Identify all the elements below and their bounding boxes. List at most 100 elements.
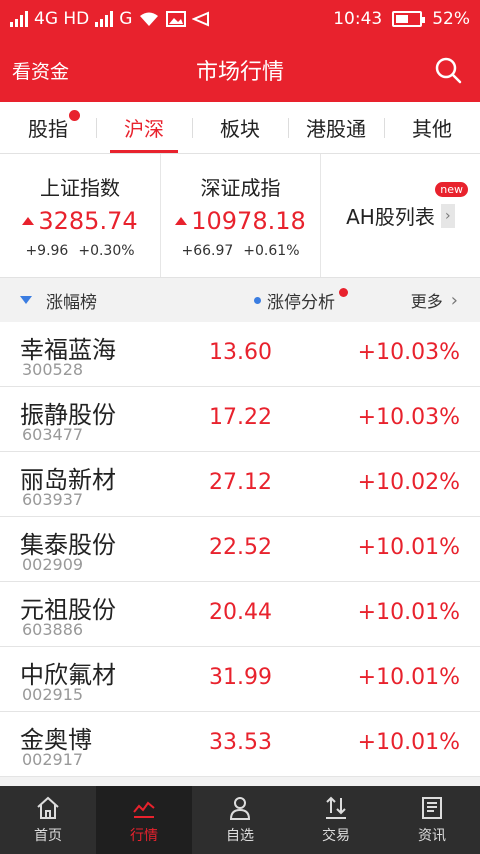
nav-trade[interactable]: 交易 bbox=[288, 786, 384, 854]
tab-label: 股指 bbox=[28, 117, 68, 141]
stock-price: 22.52 bbox=[209, 535, 272, 560]
battery-percent: 52% bbox=[432, 9, 470, 29]
more-label: 更多 bbox=[410, 292, 443, 311]
ah-stock-list-card[interactable]: new AH股列表 › bbox=[320, 154, 480, 277]
stock-row[interactable]: 中欣氟材 002915 31.99 +10.01% bbox=[0, 647, 480, 712]
network-label: 4G HD bbox=[34, 9, 90, 29]
stock-code: 603886 bbox=[22, 620, 84, 639]
tab-label: 其他 bbox=[412, 117, 452, 141]
stock-row[interactable]: 元祖股份 603886 20.44 +10.01% bbox=[0, 582, 480, 647]
stock-row[interactable]: 集泰股份 002909 22.52 +10.01% bbox=[0, 517, 480, 582]
stock-code: 002915 bbox=[22, 685, 84, 704]
gainers-toggle[interactable]: 涨幅榜 bbox=[0, 288, 97, 313]
up-arrow-icon bbox=[22, 217, 35, 225]
stock-code: 603937 bbox=[22, 490, 84, 509]
index-card-shenzhen[interactable]: 深证成指 10978.18 +66.97 +0.61% bbox=[160, 154, 320, 277]
stock-row[interactable]: 振静股份 603477 17.22 +10.03% bbox=[0, 387, 480, 452]
stock-price: 13.60 bbox=[209, 340, 272, 365]
nav-news[interactable]: 资讯 bbox=[384, 786, 480, 854]
stock-percent: +10.01% bbox=[357, 665, 460, 690]
stock-row[interactable]: 丽岛新材 603937 27.12 +10.02% bbox=[0, 452, 480, 517]
limit-up-analysis-link[interactable]: 涨停分析 bbox=[254, 287, 348, 313]
stock-code: 300528 bbox=[22, 360, 84, 379]
tab-label: 板块 bbox=[220, 117, 260, 141]
home-icon bbox=[37, 796, 59, 819]
clock: 10:43 bbox=[333, 9, 383, 29]
limit-up-label: 涨停分析 bbox=[267, 292, 335, 313]
index-card-shanghai[interactable]: 上证指数 3285.74 +9.96 +0.30% bbox=[0, 154, 160, 277]
index-value: 10978.18 bbox=[191, 207, 306, 235]
stock-row[interactable]: 幸福蓝海 300528 13.60 +10.03% bbox=[0, 322, 480, 387]
stock-price: 20.44 bbox=[209, 600, 272, 625]
ah-stock-list-label: AH股列表 bbox=[346, 205, 435, 229]
stock-percent: +10.03% bbox=[357, 405, 460, 430]
new-badge: new bbox=[435, 182, 468, 197]
search-icon[interactable] bbox=[434, 56, 462, 84]
nav-label: 首页 bbox=[34, 828, 62, 844]
app-header: 看资金 市场行情 bbox=[0, 38, 480, 102]
stock-price: 17.22 bbox=[209, 405, 272, 430]
stock-code: 603477 bbox=[22, 425, 84, 444]
page-title: 市场行情 bbox=[195, 60, 284, 85]
chevron-right-icon: › bbox=[440, 203, 455, 228]
tab-hk-connect[interactable]: 港股通 bbox=[288, 102, 384, 153]
index-name: 上证指数 bbox=[40, 176, 120, 200]
nav-label: 行情 bbox=[130, 828, 158, 844]
user-icon bbox=[229, 797, 251, 820]
stock-price: 31.99 bbox=[209, 665, 272, 690]
chart-icon bbox=[133, 801, 155, 818]
nav-label: 自选 bbox=[226, 828, 254, 844]
nav-watchlist[interactable]: 自选 bbox=[192, 786, 288, 854]
index-name: 深证成指 bbox=[200, 176, 281, 200]
stock-percent: +10.01% bbox=[357, 730, 460, 755]
status-bar: 4G HD G 10:43 52% bbox=[0, 0, 480, 38]
news-icon bbox=[422, 797, 442, 819]
signal2-icon bbox=[95, 11, 114, 27]
stock-percent: +10.03% bbox=[357, 340, 460, 365]
stock-price: 27.12 bbox=[209, 470, 272, 495]
notification-dot bbox=[69, 110, 80, 121]
tab-label: 沪深 bbox=[124, 117, 164, 141]
nav-home[interactable]: 首页 bbox=[0, 786, 96, 854]
tab-index[interactable]: 股指 bbox=[0, 102, 96, 153]
stock-percent: +10.01% bbox=[357, 600, 460, 625]
capital-flow-link[interactable]: 看资金 bbox=[12, 57, 69, 84]
image-icon bbox=[166, 11, 187, 27]
bottom-nav: 首页 行情 自选 交易 资讯 bbox=[0, 786, 480, 854]
index-value: 3285.74 bbox=[38, 207, 138, 235]
stock-code: 002909 bbox=[22, 555, 84, 574]
wifi-icon bbox=[140, 12, 159, 26]
battery-icon bbox=[392, 11, 426, 27]
stock-percent: +10.02% bbox=[357, 470, 460, 495]
location-icon bbox=[192, 11, 210, 27]
index-change: +9.96 bbox=[25, 243, 69, 259]
nav-market[interactable]: 行情 bbox=[96, 786, 192, 854]
dropdown-icon bbox=[20, 296, 32, 304]
index-change: +66.97 bbox=[181, 243, 234, 259]
stock-row[interactable]: 金奥博 002917 33.53 +10.01% bbox=[0, 712, 480, 777]
index-percent: +0.30% bbox=[78, 243, 135, 259]
up-arrow-icon bbox=[175, 217, 188, 225]
tab-sector[interactable]: 板块 bbox=[192, 102, 288, 153]
chevron-right-icon: › bbox=[450, 289, 458, 311]
trade-icon bbox=[326, 796, 346, 819]
stock-price: 33.53 bbox=[209, 730, 272, 755]
nav-label: 资讯 bbox=[418, 828, 446, 844]
tab-shanghai-shenzhen[interactable]: 沪深 bbox=[96, 102, 192, 153]
bullet-icon bbox=[254, 296, 261, 304]
more-link[interactable]: 更多 › bbox=[411, 288, 458, 312]
network2-label: G bbox=[119, 9, 133, 29]
gainers-label: 涨幅榜 bbox=[46, 292, 97, 313]
tab-label: 港股通 bbox=[306, 117, 366, 141]
ranking-section-header: 涨幅榜 涨停分析 更多 › bbox=[0, 278, 480, 322]
nav-label: 交易 bbox=[322, 828, 350, 844]
index-percent: +0.61% bbox=[243, 243, 300, 259]
stock-percent: +10.01% bbox=[357, 535, 460, 560]
notification-dot bbox=[339, 287, 348, 297]
market-tabs: 股指 沪深 板块 港股通 其他 bbox=[0, 102, 480, 154]
index-cards: 上证指数 3285.74 +9.96 +0.30% 深证成指 10978.18 +… bbox=[0, 154, 480, 278]
stock-code: 002917 bbox=[22, 750, 84, 769]
stock-list: 幸福蓝海 300528 13.60 +10.03% 振静股份 603477 17… bbox=[0, 322, 480, 777]
tab-other[interactable]: 其他 bbox=[384, 102, 480, 153]
signal-icon bbox=[10, 11, 28, 27]
